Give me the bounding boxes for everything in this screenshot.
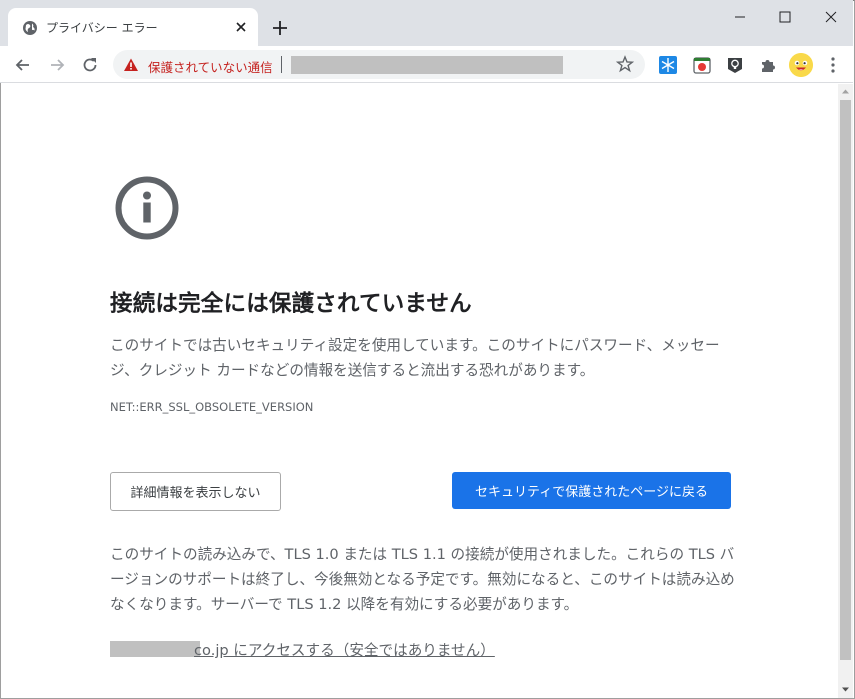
tab-privacy-error[interactable]: プライバシー エラー [8,8,258,46]
address-separator [281,56,282,73]
avatar-face-icon [789,53,813,77]
forward-arrow-icon[interactable] [47,55,67,75]
scrollbar-thumb[interactable] [840,100,851,660]
maximize-icon[interactable] [774,8,796,26]
proceed-unsafe-link[interactable]: co.jp にアクセスする（安全ではありません） [194,639,495,660]
globe-icon [23,21,37,35]
error-code[interactable]: NET::ERR_SSL_OBSOLETE_VERSION [110,400,313,414]
back-arrow-icon[interactable] [13,55,33,75]
bulb-extension-icon[interactable] [725,55,745,75]
new-tab-icon[interactable] [270,18,290,38]
back-to-safety-button[interactable]: セキュリティで保護されたページに戻る [452,472,731,509]
puzzle-icon[interactable] [758,55,778,75]
minimize-icon[interactable] [729,8,751,26]
star-icon[interactable] [616,55,634,73]
scroll-down-icon[interactable] [838,682,853,697]
hide-details-button[interactable]: 詳細情報を表示しない [110,472,281,511]
page-title: 接続は完全には保護されていません [110,291,472,317]
details-text: このサイトの読み込みで、TLS 1.0 または TLS 1.1 の接続が使用され… [110,546,735,613]
scroll-up-icon[interactable] [838,84,853,99]
tomato-extension-icon[interactable] [692,55,712,75]
close-icon[interactable] [232,18,250,36]
url-redacted [291,56,563,74]
warning-description: このサイトでは古いセキュリティ設定を使用しています。このサイトにパスワード、メッ… [110,337,720,379]
warning-triangle-icon [124,58,138,71]
tab-title: プライバシー エラー [46,21,158,35]
profile-avatar[interactable] [789,53,813,77]
reload-icon[interactable] [80,55,100,75]
tab-strip: プライバシー エラー [0,0,853,46]
address-bar[interactable]: 保護されていない通信 [113,50,645,79]
browser-toolbar: 保護されていない通信 [0,46,853,83]
domain-redacted [110,641,200,657]
info-icon [115,176,179,240]
window-close-icon[interactable] [820,8,842,26]
snowflake-extension-icon[interactable] [658,55,678,75]
kebab-menu-icon[interactable] [825,55,841,75]
security-warning-text[interactable]: 保護されていない通信 [148,57,273,76]
